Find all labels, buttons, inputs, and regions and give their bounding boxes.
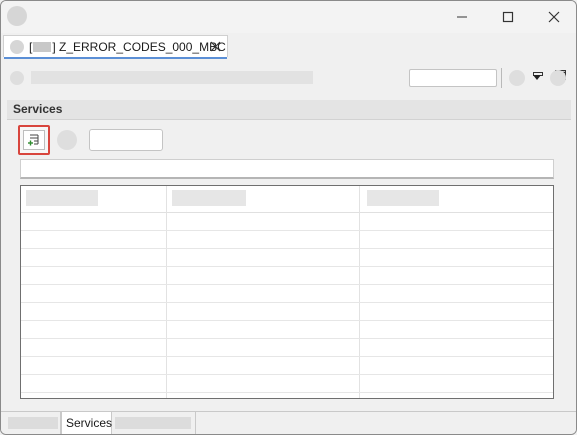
- column-header[interactable]: [172, 190, 246, 206]
- close-window-button[interactable]: [531, 1, 576, 33]
- title-bar: [1, 1, 576, 33]
- add-list-item-icon: [23, 130, 45, 150]
- filter-bar[interactable]: [20, 159, 554, 179]
- column-header[interactable]: [26, 190, 98, 206]
- table-row[interactable]: [21, 248, 553, 249]
- toolbar-icon[interactable]: [57, 130, 77, 150]
- editor-header: [1, 59, 576, 97]
- column-divider: [359, 186, 360, 398]
- editor-header-icon: [10, 71, 24, 85]
- page-tab-label: Services: [66, 416, 113, 430]
- header-action-icon[interactable]: [509, 70, 525, 86]
- table-row[interactable]: [21, 392, 553, 393]
- editor-page-tabs: Services: [1, 411, 576, 434]
- page-tab-label-placeholder: [8, 417, 58, 429]
- services-section-header: Services: [7, 100, 571, 120]
- editor-tab-strip: [] Z_ERROR_CODES_000_MBC: [1, 33, 576, 80]
- column-divider: [166, 186, 167, 398]
- table-row[interactable]: [21, 374, 553, 375]
- table-row[interactable]: [21, 356, 553, 357]
- editor-tab-icon: [10, 40, 24, 54]
- add-service-button[interactable]: [18, 125, 50, 155]
- maximize-icon: [502, 11, 514, 23]
- page-tab-label-placeholder: [115, 417, 191, 429]
- close-icon: [548, 11, 560, 23]
- app-icon: [7, 6, 27, 26]
- column-header[interactable]: [367, 190, 439, 206]
- header-search-field[interactable]: [409, 69, 497, 87]
- application-window: [] Z_ERROR_CODES_000_MBC Services Servic…: [0, 0, 577, 435]
- toolbar-field[interactable]: [89, 129, 163, 151]
- editor-tab-title: [] Z_ERROR_CODES_000_MBC: [29, 40, 226, 54]
- chevron-down-icon[interactable]: [533, 75, 541, 80]
- header-menu-icon[interactable]: [550, 70, 566, 86]
- close-icon[interactable]: [210, 41, 221, 52]
- page-tab-services[interactable]: Services: [61, 412, 112, 434]
- table-header: [21, 186, 553, 213]
- table-row[interactable]: [21, 302, 553, 303]
- services-table: [20, 185, 554, 399]
- minimize-button[interactable]: [439, 1, 485, 33]
- minimize-icon: [457, 16, 467, 18]
- table-row[interactable]: [21, 230, 553, 231]
- table-row[interactable]: [21, 284, 553, 285]
- table-row[interactable]: [21, 320, 553, 321]
- table-row[interactable]: [21, 338, 553, 339]
- editor-tab[interactable]: [] Z_ERROR_CODES_000_MBC: [3, 35, 228, 59]
- page-tab[interactable]: [5, 412, 61, 434]
- editor-header-title-placeholder: [31, 71, 313, 84]
- maximize-button[interactable]: [485, 1, 531, 33]
- header-separator: [501, 68, 502, 88]
- table-row[interactable]: [21, 266, 553, 267]
- section-title: Services: [13, 102, 63, 116]
- redacted-text: [33, 42, 52, 52]
- page-tab[interactable]: [112, 412, 196, 434]
